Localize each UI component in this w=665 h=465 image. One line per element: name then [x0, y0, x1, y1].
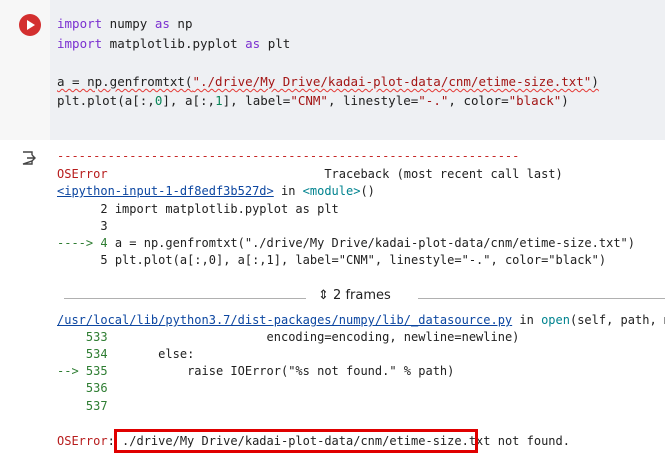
traceback-source: <ipython-input-1-df8edf3b527d> in <modul…: [57, 184, 375, 198]
output-arrow-icon[interactable]: [22, 151, 36, 165]
code-line-4: a = np.genfromtxt("./drive/My Drive/kada…: [57, 74, 599, 89]
datasource-link[interactable]: /usr/local/lib/python3.7/dist-packages/n…: [57, 313, 512, 327]
collapsed-frames-toggle[interactable]: ⇕ 2 frames: [318, 288, 391, 303]
lib-line-current: --> 535 raise IOError("%s not found." % …: [57, 364, 455, 378]
code-line-1: import numpy as np: [57, 16, 193, 31]
code-cell[interactable]: import numpy as np import matplotlib.pyp…: [0, 0, 665, 140]
lib-source: /usr/local/lib/python3.7/dist-packages/n…: [57, 313, 665, 327]
frames-label: 2 frames: [333, 288, 391, 303]
highlight-box: [114, 429, 478, 453]
lib-line: 534 else:: [85, 347, 195, 361]
ipython-input-link[interactable]: <ipython-input-1-df8edf3b527d>: [57, 184, 274, 198]
unfold-icon: ⇕: [318, 288, 329, 303]
traceback-header: OSError Traceback (most recent call last…: [57, 167, 563, 181]
frames-divider-left: [64, 298, 306, 299]
traceback-line-current: ----> 4 a = np.genfromtxt("./drive/My Dr…: [57, 236, 635, 250]
lib-line: 536: [85, 381, 108, 395]
code-line-5: plt.plot(a[:,0], a[:,1], label="CNM", li…: [57, 93, 569, 108]
traceback-divider: ----------------------------------------…: [57, 149, 520, 163]
traceback-line: 2 import matplotlib.pyplot as plt: [100, 202, 339, 216]
traceback-line: 5 plt.plot(a[:,0], a[:,1], label="CNM", …: [100, 253, 607, 267]
lib-line: 537: [85, 399, 108, 413]
code-line-2: import matplotlib.pyplot as plt: [57, 36, 291, 51]
traceback-line: 3: [100, 219, 108, 233]
frames-divider-right: [418, 298, 665, 299]
lib-line: 533 encoding=encoding, newline=newline): [85, 330, 520, 344]
run-cell-icon[interactable]: [19, 14, 41, 36]
